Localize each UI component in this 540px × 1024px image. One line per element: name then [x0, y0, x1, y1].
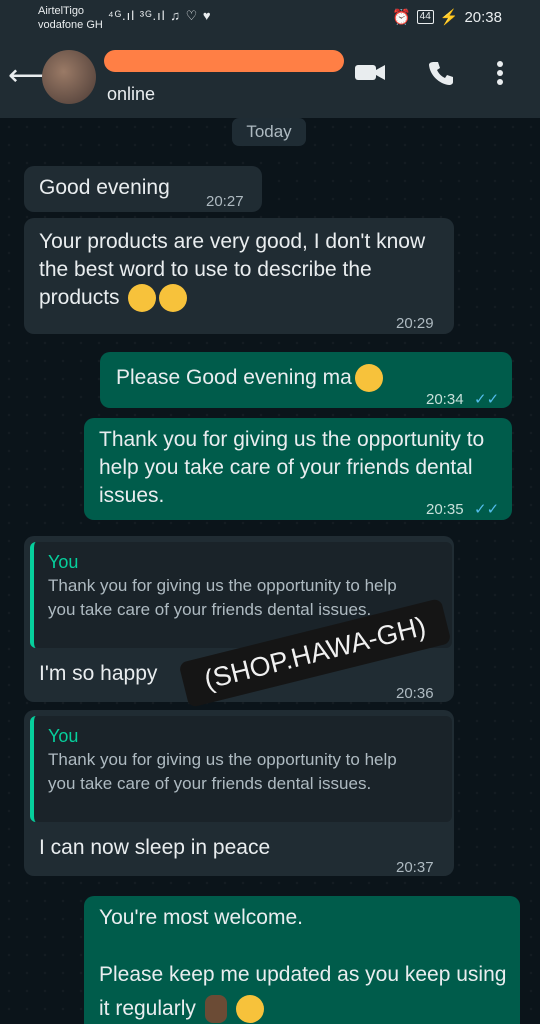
message-text: I can now sleep in peace	[39, 836, 271, 859]
status-icons: ⁴ᴳ.ıl ³ᴳ.ıl ♫ ♡ ♥	[108, 8, 212, 23]
alarm-icon: ⏰	[391, 9, 411, 26]
read-ticks-icon: ✓✓	[474, 501, 500, 518]
smiling-face-emoji	[354, 364, 383, 393]
flushed-face-emoji	[128, 284, 157, 313]
charging-icon: ⚡	[439, 9, 459, 26]
contact-status: online	[107, 84, 156, 104]
message-text: Your products are very good, I don't kno…	[39, 228, 439, 313]
quoted-message[interactable]: You Thank you for giving us the opportun…	[30, 716, 452, 822]
carrier-1: AirtelTigo	[38, 5, 85, 17]
chat-area[interactable]: Today Good evening 20:27 Your products a…	[0, 118, 540, 1024]
message-text: You're most welcome.	[99, 906, 303, 929]
clock: 20:38	[464, 8, 502, 26]
carrier-info: AirtelTigo vodafone GH	[38, 4, 103, 32]
message-text: Please keep me updated as you keep using…	[99, 958, 509, 1024]
carrier-2: vodafone GH	[38, 19, 103, 31]
chat-header: ⟵ online	[0, 36, 540, 118]
folded-hands-emoji	[204, 995, 227, 1024]
message-outgoing[interactable]: Please Good evening ma 20:34 ✓✓	[100, 352, 512, 408]
phone-icon[interactable]	[428, 60, 454, 93]
quote-author: You	[48, 726, 79, 746]
message-time: 20:34	[426, 391, 464, 408]
message-text: Good evening	[39, 176, 170, 199]
status-bar: AirtelTigo vodafone GH ⁴ᴳ.ıl ³ᴳ.ıl ♫ ♡ ♥…	[0, 0, 540, 36]
message-text: I'm so happy	[39, 662, 158, 685]
message-outgoing[interactable]: You're most welcome. Please keep me upda…	[84, 896, 520, 1024]
status-right: ⏰ 44 ⚡ 20:38	[391, 8, 502, 27]
message-incoming[interactable]: Your products are very good, I don't kno…	[24, 218, 454, 334]
message-incoming[interactable]: Good evening 20:27	[24, 166, 262, 212]
message-time: 20:27	[206, 193, 244, 210]
video-camera-icon[interactable]	[354, 60, 386, 91]
battery-level: 44	[416, 10, 434, 24]
message-time: 20:35	[426, 501, 464, 518]
message-text-body: Your products are very good, I don't kno…	[39, 230, 426, 309]
message-text-body: Please Good evening ma	[116, 366, 352, 389]
avatar[interactable]	[42, 50, 96, 104]
message-time: 20:36	[396, 685, 434, 702]
quote-author: You	[48, 552, 79, 572]
message-text-body: Please keep me updated as you keep using…	[99, 963, 507, 1020]
flushed-face-emoji	[159, 284, 188, 313]
contact-name-redacted[interactable]	[104, 50, 344, 72]
message-time: 20:37	[396, 859, 434, 876]
message-text: Please Good evening ma	[116, 364, 383, 393]
message-outgoing[interactable]: Thank you for giving us the opportunity …	[84, 418, 512, 520]
date-chip: Today	[232, 118, 306, 146]
message-incoming-reply[interactable]: You Thank you for giving us the opportun…	[24, 710, 454, 876]
quote-text: Thank you for giving us the opportunity …	[48, 750, 397, 793]
smiling-hearts-emoji	[235, 995, 264, 1024]
read-ticks-icon: ✓✓	[474, 391, 500, 408]
message-time: 20:29	[396, 315, 434, 332]
more-vertical-icon[interactable]	[496, 60, 504, 93]
